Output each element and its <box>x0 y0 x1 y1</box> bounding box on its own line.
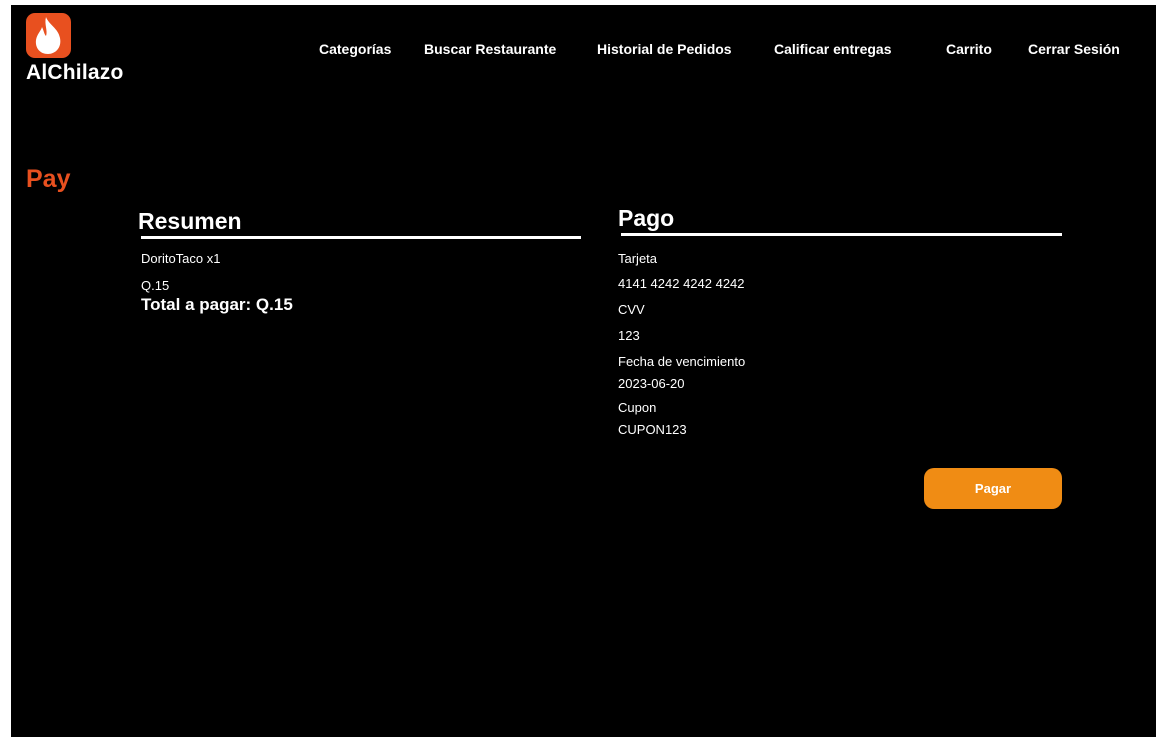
cvv-field[interactable]: 123 <box>618 328 640 343</box>
payment-title: Pago <box>618 205 675 231</box>
payment-divider <box>621 233 1062 236</box>
summary-item: DoritoTaco x1 <box>141 251 221 266</box>
app-window: AlChilazo Categorías Buscar Restaurante … <box>11 5 1156 737</box>
expiry-field[interactable]: 2023-06-20 <box>618 376 685 391</box>
nav-cerrar-sesion[interactable]: Cerrar Sesión <box>1028 41 1120 57</box>
summary-total: Total a pagar: Q.15 <box>141 295 293 314</box>
nav-carrito[interactable]: Carrito <box>946 41 992 57</box>
nav-calificar-entregas[interactable]: Calificar entregas <box>774 41 892 57</box>
coupon-field[interactable]: CUPON123 <box>618 422 687 437</box>
nav-buscar-restaurante[interactable]: Buscar Restaurante <box>424 41 556 57</box>
brand-name: AlChilazo <box>26 61 124 84</box>
cvv-label: CVV <box>618 302 645 317</box>
top-nav: Categorías Buscar Restaurante Historial … <box>11 41 1156 61</box>
nav-categorias[interactable]: Categorías <box>319 41 391 57</box>
expiry-label: Fecha de vencimiento <box>618 354 746 369</box>
nav-historial-pedidos[interactable]: Historial de Pedidos <box>597 41 732 57</box>
summary-price: Q.15 <box>141 278 170 293</box>
card-number-field[interactable]: 4141 4242 4242 4242 <box>618 276 745 291</box>
coupon-label: Cupon <box>618 400 657 415</box>
pay-button[interactable]: Pagar <box>924 468 1062 509</box>
summary-title: Resumen <box>138 208 242 234</box>
summary-divider <box>141 236 581 239</box>
page-title: Pay <box>26 165 71 193</box>
card-label: Tarjeta <box>618 251 658 266</box>
